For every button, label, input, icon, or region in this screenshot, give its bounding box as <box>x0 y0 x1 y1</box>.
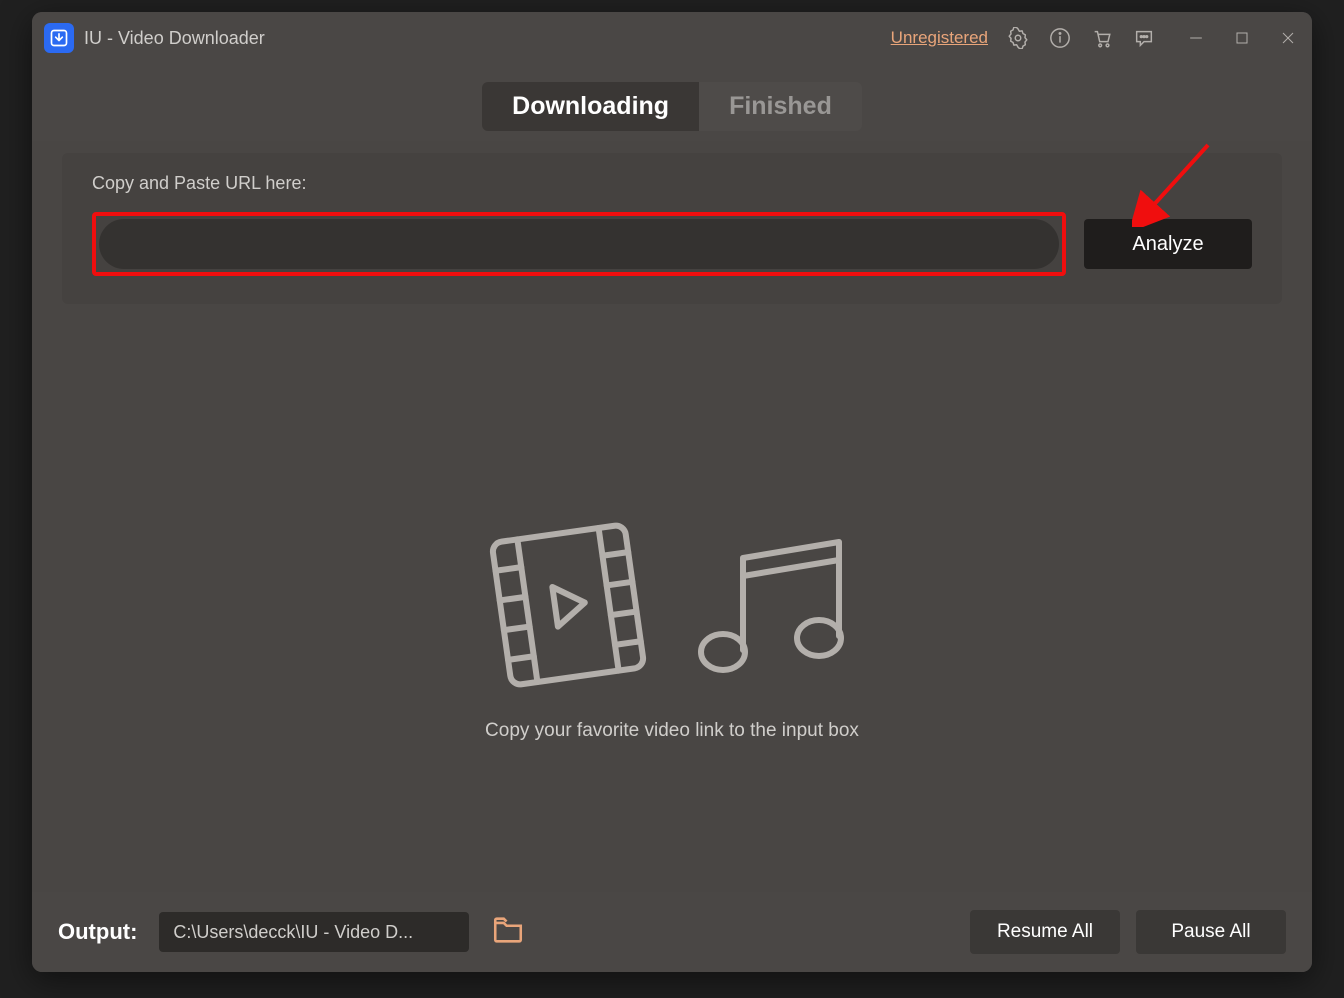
empty-state-text: Copy your favorite video link to the inp… <box>485 720 859 742</box>
cart-icon[interactable] <box>1090 26 1114 50</box>
empty-state-icons <box>483 515 861 700</box>
tab-downloading[interactable]: Downloading <box>482 82 699 131</box>
minimize-icon[interactable] <box>1184 26 1208 50</box>
titlebar: IU - Video Downloader Unregistered <box>32 12 1312 64</box>
analyze-button[interactable]: Analyze <box>1084 219 1252 269</box>
empty-state: Copy your favorite video link to the inp… <box>62 364 1282 892</box>
url-input[interactable] <box>99 219 1059 269</box>
film-icon <box>483 515 653 700</box>
url-panel: Copy and Paste URL here: Analyze <box>62 153 1282 304</box>
app-title: IU - Video Downloader <box>84 28 265 49</box>
info-icon[interactable] <box>1048 26 1072 50</box>
window-controls <box>1184 26 1300 50</box>
footer: Output: C:\Users\decck\IU - Video D... R… <box>32 892 1312 972</box>
tab-finished[interactable]: Finished <box>699 82 862 131</box>
feedback-icon[interactable] <box>1132 26 1156 50</box>
settings-icon[interactable] <box>1006 26 1030 50</box>
app-window: IU - Video Downloader Unregistered <box>32 12 1312 972</box>
url-label: Copy and Paste URL here: <box>92 173 1252 194</box>
music-icon <box>681 520 861 695</box>
url-input-highlight <box>92 212 1066 276</box>
resume-all-button[interactable]: Resume All <box>970 910 1120 954</box>
titlebar-right: Unregistered <box>891 26 1300 50</box>
tab-group: Downloading Finished <box>482 82 862 131</box>
app-logo-icon <box>44 23 74 53</box>
unregistered-link[interactable]: Unregistered <box>891 28 988 48</box>
pause-all-button[interactable]: Pause All <box>1136 910 1286 954</box>
output-label: Output: <box>58 919 137 945</box>
tabs: Downloading Finished <box>32 64 1312 141</box>
main-area: Copy and Paste URL here: Analyze <box>32 141 1312 892</box>
output-path[interactable]: C:\Users\decck\IU - Video D... <box>159 912 469 952</box>
close-icon[interactable] <box>1276 26 1300 50</box>
footer-buttons: Resume All Pause All <box>970 910 1286 954</box>
maximize-icon[interactable] <box>1230 26 1254 50</box>
open-folder-button[interactable] <box>491 913 525 952</box>
url-row: Analyze <box>92 212 1252 276</box>
